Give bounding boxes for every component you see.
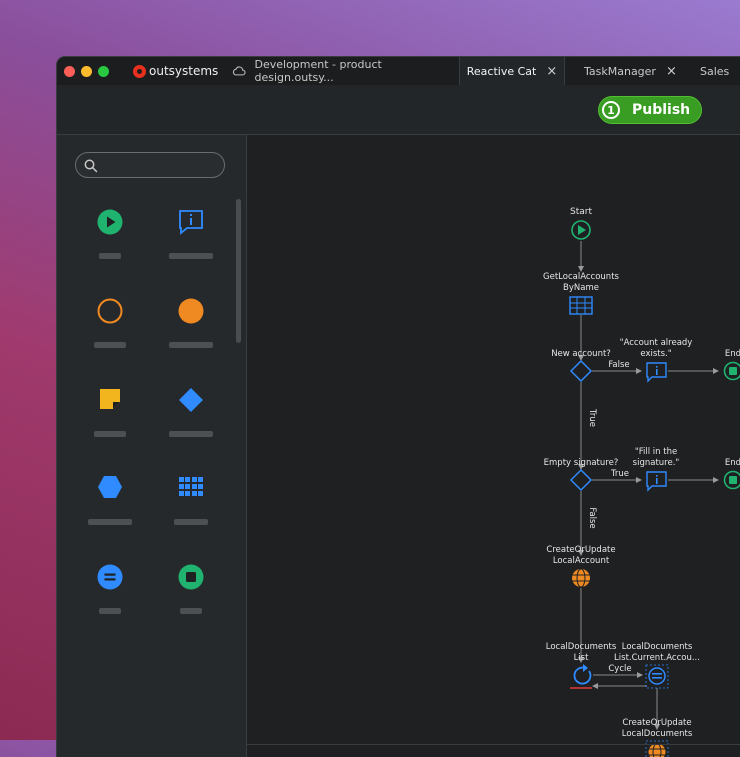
end-node[interactable] [725,363,740,380]
cycle-label: Cycle [608,664,631,674]
true-label-2: True [610,469,629,479]
flow-canvas[interactable]: Start GetLocalAccounts ByName New accoun… [247,135,740,757]
empty-signature-label: Empty signature? [544,458,619,468]
tab-label: Development - product design.outsy... [255,58,458,84]
message-icon [178,209,204,235]
end-node[interactable] [725,472,740,489]
tool-label-placeholder [99,253,121,259]
tab-label: Sales [700,65,729,78]
tool-label-placeholder [169,253,213,259]
assign-label-2: List.Current.Accou... [614,653,700,663]
minimize-window-button[interactable] [81,66,92,77]
search-icon [84,159,98,173]
tool-label-placeholder [174,519,208,525]
cloud-icon [232,66,246,76]
app-window: outsystems Development - product design.… [57,57,740,757]
empty-circle-icon [97,298,123,324]
create-account-label-2: LocalAccount [553,556,610,566]
brand-name: outsystems [149,64,218,78]
for-each-node[interactable] [570,664,592,688]
publish-count-badge: 1 [602,101,620,119]
tool-aggregate[interactable] [161,475,221,535]
filled-circle-icon [178,298,204,324]
tool-label-placeholder [180,608,202,614]
false-label-2: False [587,507,597,528]
docs-list-label-1: LocalDocuments [546,642,617,652]
publish-button[interactable]: 1 Publish [598,96,702,124]
tab-taskmanager[interactable]: TaskManager × [584,57,684,85]
close-window-button[interactable] [64,66,75,77]
aggregate-icon [178,475,204,499]
tool-message[interactable] [161,209,221,269]
tab-reactive-cat[interactable]: Reactive Cat × [459,57,565,85]
assign-icon [97,564,123,590]
tab-label: TaskManager [584,65,656,78]
false-label-1: False [608,360,629,370]
tool-label-placeholder [99,608,121,614]
end2-label: End [725,458,740,468]
tab-label: Reactive Cat [467,65,537,78]
toolbox-panel [57,135,247,757]
outsystems-logo-icon [133,65,146,78]
tool-end[interactable] [161,564,221,624]
brand: outsystems [133,64,218,78]
message-node[interactable] [647,363,666,381]
aggregate-node[interactable] [570,297,592,314]
close-icon[interactable]: × [666,64,677,79]
tool-label-placeholder [169,431,213,437]
msg2-label-2: signature." [633,458,680,468]
start-node[interactable] [572,221,590,239]
entity-action-node[interactable] [572,569,590,587]
tool-empty-circle[interactable] [80,298,140,358]
tool-label-placeholder [88,519,132,525]
create-docs-label-2: LocalDocuments [622,729,693,739]
create-account-label-1: CreateOrUpdate [546,545,615,555]
toolbox-scrollbar[interactable] [236,199,241,343]
title-bar: outsystems Development - product design.… [57,57,740,85]
msg2-label-1: "Fill in the [635,447,677,457]
action-flow: Start GetLocalAccounts ByName New accoun… [247,135,740,757]
tool-assign[interactable] [80,564,140,624]
msg1-label-2: exists." [640,349,671,359]
docs-list-label-2: List [574,653,590,663]
end1-label: End [725,349,740,359]
sticky-note-icon [98,387,122,411]
get-local-label-2: ByName [563,283,599,293]
empty-signature-if-node[interactable] [571,470,591,490]
true-label-1: True [587,408,597,427]
tool-filled-circle[interactable] [161,298,221,358]
tool-label-placeholder [94,342,126,348]
tab-development[interactable]: Development - product design.outsy... [232,57,457,85]
hexagon-icon [97,475,123,499]
assign-label-1: LocalDocuments [622,642,693,652]
search-input[interactable] [75,152,225,178]
msg1-label-1: "Account already [620,338,693,348]
get-local-label-1: GetLocalAccounts [543,272,619,282]
tool-label-placeholder [169,342,213,348]
close-icon[interactable]: × [546,64,557,79]
end-icon [178,564,204,590]
canvas-divider [247,744,740,745]
new-account-label: New account? [551,349,611,359]
message-node[interactable] [647,472,666,490]
tool-if[interactable] [161,387,221,447]
start-label: Start [570,207,592,217]
start-icon [97,209,123,235]
toolbar: 1 Publish [57,85,740,135]
tool-switch[interactable] [80,475,140,535]
diamond-icon [178,387,204,413]
tool-start[interactable] [80,209,140,269]
tab-sales[interactable]: Sales × [700,57,740,85]
new-account-if-node[interactable] [571,361,591,381]
maximize-window-button[interactable] [98,66,109,77]
create-docs-label-1: CreateOrUpdate [622,718,691,728]
tool-comment[interactable] [80,387,140,447]
assign-node[interactable] [646,665,668,688]
tool-label-placeholder [94,431,126,437]
publish-label: Publish [632,102,690,118]
